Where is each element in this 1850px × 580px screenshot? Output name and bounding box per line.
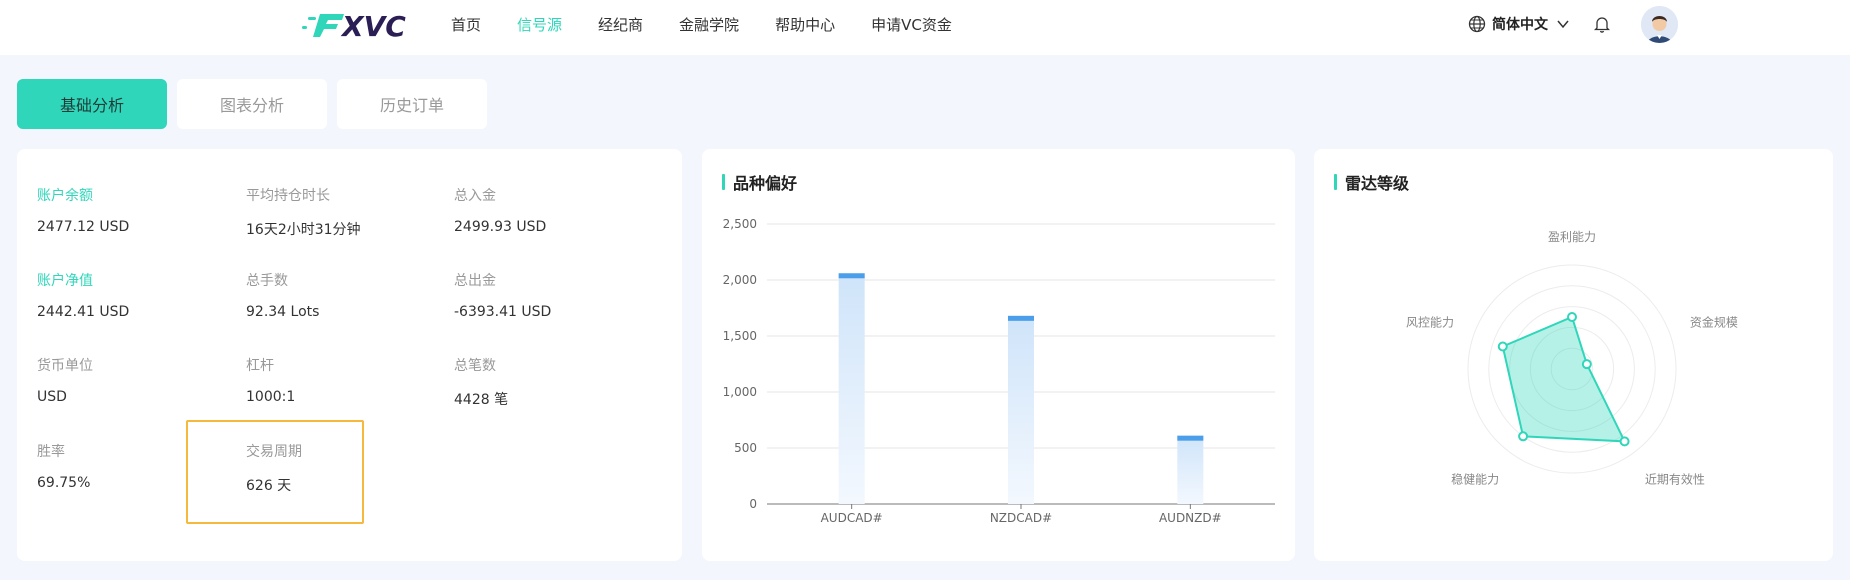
radar-point [1518,431,1529,442]
x-tick-label: AUDNZD# [1159,511,1222,525]
xvc-logo[interactable]: XVC [302,6,422,42]
stat-value: 16天2小时31分钟 [246,222,361,238]
logo-dash-1 [308,17,316,20]
stat-value: -6393.41 USD [454,304,552,320]
stat-total-withdraw: 总出金 -6393.41 USD [454,270,551,320]
stat-value: 2477.12 USD [37,219,130,235]
tab-basic-analysis[interactable]: 基础分析 [17,79,167,129]
x-tick-label: NZDCAD# [990,511,1052,525]
stat-label: 交易周期 [246,444,302,460]
bar-cap [838,273,865,279]
stats-card: 账户余额 2477.12 USD 平均持仓时长 16天2小时31分钟 总入金 2… [17,149,682,561]
bar [838,273,865,504]
radar-point [1567,312,1577,322]
radar-area [1501,315,1627,443]
stat-win-rate: 胜率 69.75% [37,441,90,491]
stat-label: 胜率 [37,444,65,460]
stat-label: 账户余额 [37,188,93,204]
nav-academy[interactable]: 金融学院 [679,14,739,35]
y-tick-label: 1,500 [723,329,757,343]
stat-balance: 账户余额 2477.12 USD [37,185,129,235]
stat-label: 总手数 [246,273,288,289]
y-tick-label: 500 [734,441,757,455]
stat-equity: 账户净值 2442.41 USD [37,270,129,320]
main-nav: 首页 信号源 经纪商 金融学院 帮助中心 申请VC资金 [451,14,988,35]
stat-trade-period: 交易周期 626 天 [246,441,302,495]
nav-signal-source[interactable]: 信号源 [517,14,562,35]
bar [1008,315,1034,504]
stat-currency: 货币单位 USD [37,355,93,405]
stat-label: 总出金 [454,273,496,289]
radar-indicator-label: 近期有效性 [1645,471,1705,486]
radar-point [1497,341,1508,352]
language-selector[interactable]: 简体中文 [1468,14,1570,34]
radar-indicator-label: 稳健能力 [1451,471,1499,486]
logo-f-mark [313,14,344,37]
stat-value: 626 天 [246,478,292,494]
stat-label: 账户净值 [37,273,93,289]
stat-label: 总笔数 [454,358,496,374]
stat-value: 69.75% [37,475,91,491]
radar-indicator-label: 风控能力 [1406,316,1454,330]
avatar-image [1641,6,1678,43]
y-tick-label: 1,000 [723,385,757,399]
analysis-tabs: 基础分析 图表分析 历史订单 [17,79,497,129]
nav-brokers[interactable]: 经纪商 [598,14,643,35]
stat-label: 平均持仓时长 [246,188,330,204]
radar-indicator-label: 盈利能力 [1548,230,1596,244]
stat-avg-hold: 平均持仓时长 16天2小时31分钟 [246,185,361,239]
stat-total-deposit: 总入金 2499.93 USD [454,185,546,235]
y-tick-label: 0 [749,497,757,511]
stat-value: 4428 笔 [454,392,509,408]
stat-value: 92.34 Lots [246,304,320,320]
stat-value: 1000:1 [246,389,296,405]
symbol-preference-chart: 0 500 1,000 1,500 2,000 2,500 AUDCAD# NZDCAD# AU… [723,217,1275,525]
globe-icon [1468,15,1486,33]
radar-point [1619,436,1630,447]
bar [1177,435,1204,504]
stat-label: 货币单位 [37,358,93,374]
language-label: 简体中文 [1492,17,1548,33]
symbol-preference-card: 品种偏好 0 500 1,000 1,500 2,000 2,500 AUDCAD# NZDC… [702,149,1295,561]
nav-help[interactable]: 帮助中心 [775,14,835,35]
tab-history-orders[interactable]: 历史订单 [337,79,487,129]
nav-apply-vc[interactable]: 申请VC资金 [871,14,952,35]
stat-label: 总入金 [454,188,496,204]
stat-leverage: 杠杆 1000:1 [246,355,295,405]
radar-rating-card: 雷达等级 盈利能力 资金规模 近期有效性 稳健能力 风控能力 [1314,149,1833,561]
x-tick-label: AUDCAD# [821,511,883,525]
y-tick-label: 2,000 [723,273,757,287]
stat-total-trades: 总笔数 4428 笔 [454,355,508,409]
stat-value: USD [37,389,67,405]
stat-value: 2499.93 USD [454,219,547,235]
stat-value: 2442.41 USD [37,304,130,320]
top-header: XVC 首页 信号源 经纪商 金融学院 帮助中心 申请VC资金 简体中文 [0,0,1850,55]
avatar[interactable] [1641,6,1678,43]
bell-icon[interactable] [1594,15,1610,33]
radar-point [1581,359,1592,370]
logo-text: XVC [340,10,406,42]
radar-indicator-label: 资金规模 [1690,315,1738,330]
radar-chart: 盈利能力资金规模近期有效性 稳健能力 风控能力 [1406,230,1738,486]
nav-home[interactable]: 首页 [451,14,481,35]
logo-dash-2 [302,26,307,29]
stat-total-lots: 总手数 92.34 Lots [246,270,319,320]
tab-chart-analysis[interactable]: 图表分析 [177,79,327,129]
bar-cap [1008,315,1034,321]
stat-label: 杠杆 [246,358,274,374]
bar-cap [1177,435,1204,441]
chevron-down-icon [1557,20,1569,29]
y-tick-label: 2,500 [723,217,757,231]
